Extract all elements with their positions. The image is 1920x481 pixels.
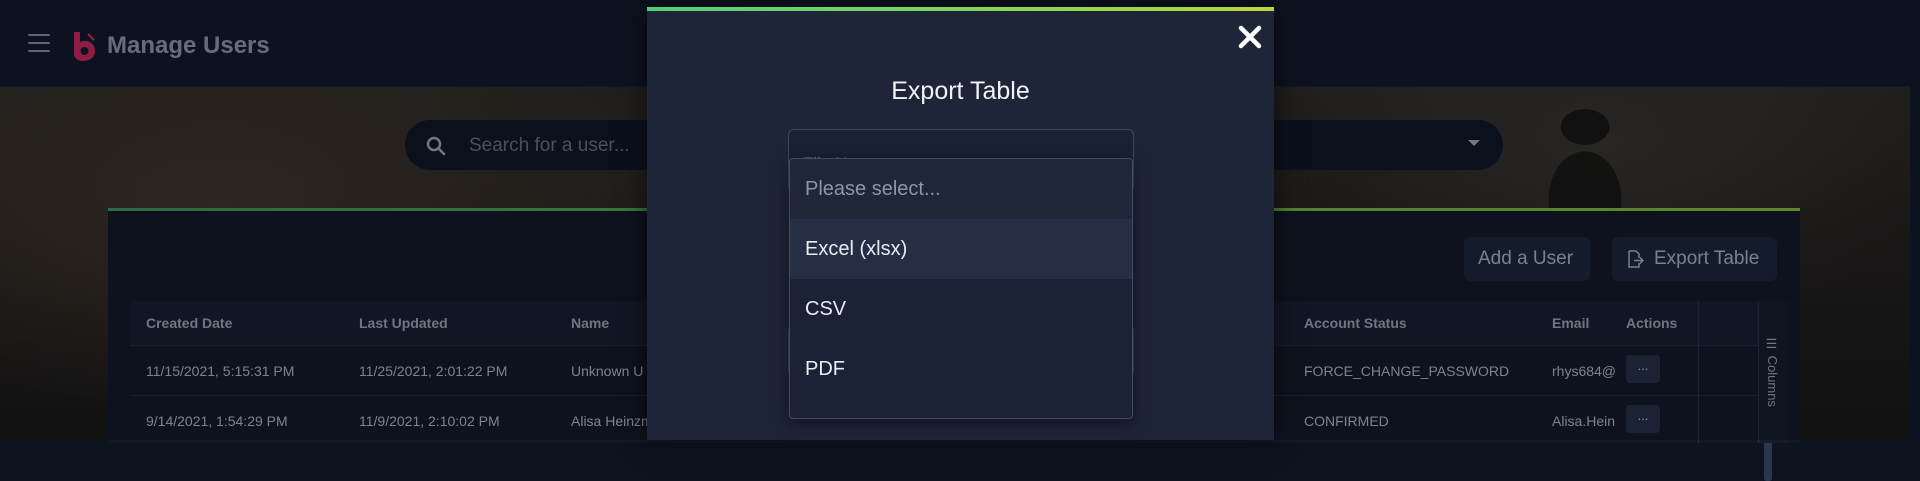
window-edge (1910, 0, 1920, 440)
modal-title: Export Table (891, 77, 1030, 105)
dropdown-placeholder: Please select... (790, 159, 1132, 219)
dropdown-option-csv[interactable]: CSV (790, 279, 1132, 339)
modal-accent-bar (647, 7, 1274, 11)
dropdown-option-xlsx[interactable]: Excel (xlsx) (790, 219, 1132, 279)
close-icon[interactable] (1236, 23, 1264, 51)
export-table-modal: Export Table File Name Please select... … (647, 7, 1274, 440)
format-dropdown-menu: Please select... Excel (xlsx) CSV PDF (789, 158, 1133, 419)
dropdown-option-pdf[interactable]: PDF (790, 339, 1132, 399)
